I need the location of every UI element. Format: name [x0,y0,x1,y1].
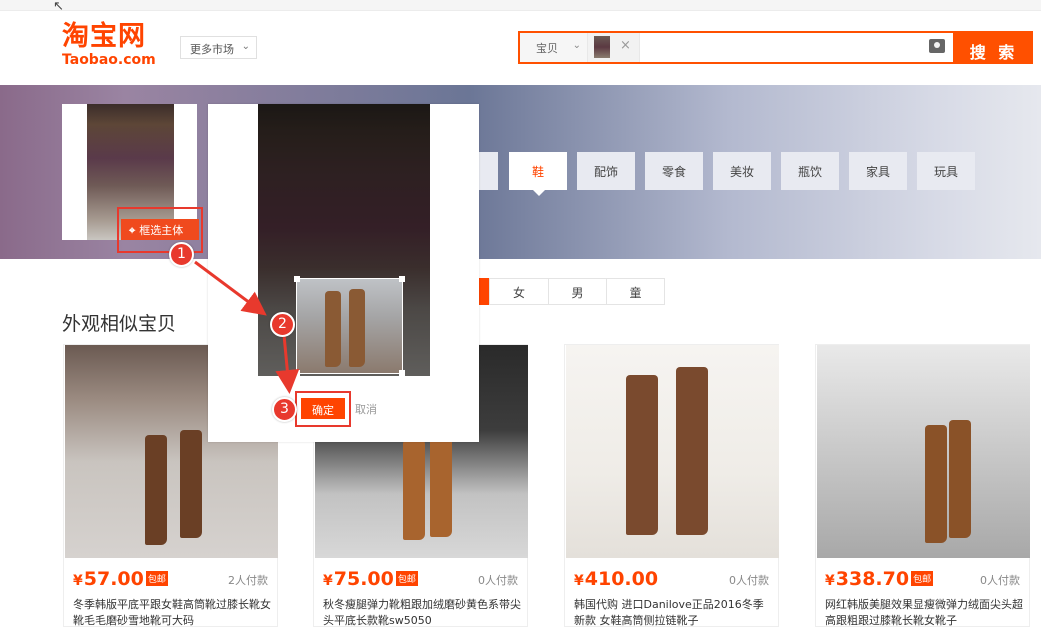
category-tab-snacks[interactable]: 零食 [645,152,703,190]
step-marker-1: 1 [169,242,194,267]
product-card[interactable]: ¥410.00 0人付款 韩国代购 进口Danilove正品2016冬季新款 女… [564,344,779,627]
gender-filter-male[interactable]: 男 [549,278,607,305]
search-image-thumbnail [594,36,610,58]
product-price: ¥57.00 包邮 [73,568,168,590]
product-card[interactable]: ¥338.70 包邮 0人付款 网红韩版美腿效果显瘦微弹力绒面尖头超高跟粗跟过膝靴… [815,344,1030,627]
chevron-down-icon: ⌄ [241,41,250,52]
remove-image-icon[interactable]: × [620,38,631,53]
camera-icon[interactable] [929,39,945,53]
crop-handle[interactable] [294,370,300,376]
payment-count: 2人付款 [228,574,268,587]
product-title[interactable]: 冬季韩版平底平跟女鞋高筒靴过膝长靴女靴毛毛磨砂雪地靴可大码 [73,597,273,627]
cancel-button[interactable]: 取消 [355,401,377,417]
crop-selection-box[interactable] [296,278,403,374]
product-title[interactable]: 韩国代购 进口Danilove正品2016冬季新款 女鞋高筒侧拉链靴子 [574,597,774,627]
product-title[interactable]: 秋冬瘦腿弹力靴粗跟加绒磨砂黄色系带尖头平底长款靴sw5050 [323,597,523,627]
product-title[interactable]: 网红韩版美腿效果显瘦微弹力绒面尖头超高跟粗跟过膝靴长靴女靴子 [825,597,1025,627]
gender-filter-active[interactable] [479,278,489,305]
more-markets-dropdown[interactable]: 更多市场 ⌄ [180,36,257,59]
search-scope-select[interactable]: 宝贝 ⌄ [520,33,588,62]
mouse-cursor-icon: ↖ [53,0,64,14]
product-price: ¥410.00 [574,568,659,590]
product-image[interactable] [817,345,1030,558]
logo-english-text: Taobao.com [62,52,156,68]
category-tab-toys[interactable]: 玩具 [917,152,975,190]
more-markets-label: 更多市场 [190,43,234,56]
payment-count: 0人付款 [729,574,769,587]
category-tab-partial[interactable] [479,152,498,190]
category-tab-accessories[interactable]: 配饰 [577,152,635,190]
browser-top-strip [0,0,1041,11]
chevron-down-icon: ⌄ [572,40,581,51]
category-tab-shoes[interactable]: 鞋 [509,152,567,190]
gender-filter-kids[interactable]: 童 [607,278,665,305]
search-image-chip[interactable]: × [588,33,640,62]
annotation-highlight-confirm [295,391,351,427]
search-button[interactable]: 搜 索 [955,31,1033,64]
payment-count: 0人付款 [478,574,518,587]
free-shipping-badge: 包邮 [911,571,934,586]
category-tab-cosmetics[interactable]: 美妆 [713,152,771,190]
product-image[interactable] [566,345,779,558]
crop-handle[interactable] [399,276,405,282]
step-marker-2: 2 [270,312,295,337]
section-title: 外观相似宝贝 [62,313,177,335]
free-shipping-badge: 包邮 [395,571,418,586]
gender-filter-female[interactable]: 女 [489,278,549,305]
product-price: ¥75.00 包邮 [323,568,418,590]
free-shipping-badge: 包邮 [145,571,168,586]
search-scope-label: 宝贝 [536,42,558,55]
search-bar[interactable]: 宝贝 ⌄ × [518,31,955,64]
payment-count: 0人付款 [980,574,1020,587]
crop-handle[interactable] [294,276,300,282]
active-tab-pointer [533,190,545,196]
category-tab-drinks[interactable]: 瓶饮 [781,152,839,190]
step-marker-3: 3 [272,397,297,422]
logo-chinese-text: 淘宝网 [62,21,146,52]
category-tab-furniture[interactable]: 家具 [849,152,907,190]
product-price: ¥338.70 包邮 [825,568,934,590]
taobao-logo[interactable]: 淘宝网 Taobao.com [62,21,172,69]
crop-handle[interactable] [399,370,405,376]
